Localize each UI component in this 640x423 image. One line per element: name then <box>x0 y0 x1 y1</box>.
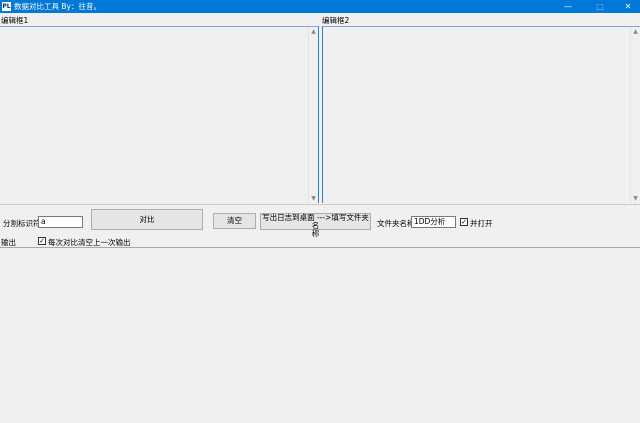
maximize-button[interactable]: □ <box>588 0 612 13</box>
separator-label: 分割标识符 <box>3 219 41 228</box>
title-bar[interactable]: PL 数据对比工具 By：往昔。 — □ ✕ <box>0 0 640 13</box>
separator-input[interactable]: a <box>38 216 83 228</box>
scroll-down-icon[interactable]: ▼ <box>631 194 640 203</box>
editor-right-scrollbar[interactable]: ▲ ▼ <box>630 27 640 203</box>
app-icon: PL <box>2 2 11 11</box>
minimize-button[interactable]: — <box>556 0 580 13</box>
scroll-up-icon[interactable]: ▲ <box>631 27 640 36</box>
editor-left-textarea[interactable]: ▲ ▼ <box>0 26 319 203</box>
open-checkbox[interactable]: ✓ <box>460 218 468 226</box>
divider <box>0 204 640 205</box>
folder-name-label: 文件夹名称 <box>377 219 415 228</box>
clear-button[interactable]: 清空 <box>213 213 256 229</box>
scroll-up-icon[interactable]: ▲ <box>309 27 318 36</box>
clear-each-checkbox[interactable]: ✓ <box>38 237 46 245</box>
scroll-down-icon[interactable]: ▼ <box>309 194 318 203</box>
editor-left-label: 编辑框1 <box>1 16 29 25</box>
open-checkbox-label: 并打开 <box>470 219 493 228</box>
compare-button[interactable]: 对比 <box>91 209 203 230</box>
output-textarea[interactable] <box>0 247 640 423</box>
editor-right-label: 编辑框2 <box>322 16 350 25</box>
write-log-button-line1: 写出日志到桌面 --->填写文件夹名 <box>262 213 369 230</box>
editor-left-scrollbar[interactable]: ▲ ▼ <box>308 27 318 203</box>
folder-name-input[interactable]: 1DD分析 <box>411 216 456 228</box>
write-log-button[interactable]: 写出日志到桌面 --->填写文件夹名 称 <box>260 213 371 238</box>
window-title: 数据对比工具 By：往昔。 <box>14 2 101 11</box>
editor-right-textarea[interactable]: ▲ ▼ <box>322 26 640 203</box>
close-button[interactable]: ✕ <box>616 0 640 13</box>
write-log-button-line2: 称 <box>311 229 320 238</box>
